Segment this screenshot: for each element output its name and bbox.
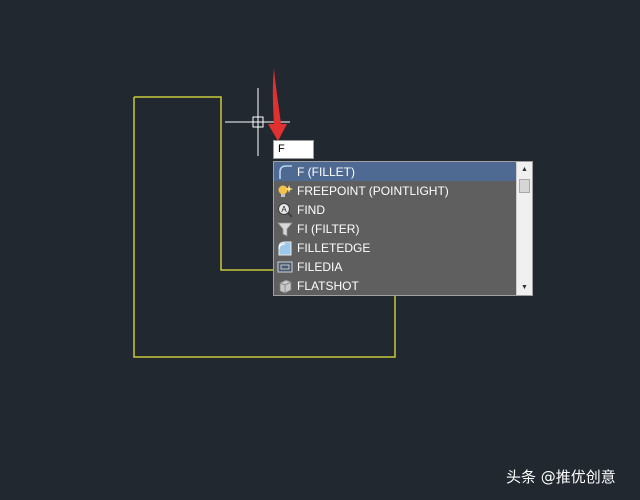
filletedge-icon <box>278 241 292 255</box>
command-input-text: F <box>278 143 285 155</box>
autocomplete-item-freepoint[interactable]: FREEPOINT (POINTLIGHT) <box>274 181 516 200</box>
drawing-canvas[interactable]: F F (FILLET) FREEPOINT (POINTLIGHT) A FI <box>0 0 640 500</box>
autocomplete-item-label: FREEPOINT (POINTLIGHT) <box>297 183 449 198</box>
flatshot-icon <box>279 279 292 293</box>
command-input[interactable]: F <box>273 140 314 159</box>
autocomplete-item-label: FILLETEDGE <box>297 240 371 255</box>
autocomplete-item-label: FI (FILTER) <box>297 221 360 236</box>
autocomplete-item-find[interactable]: A FIND <box>274 200 516 219</box>
autocomplete-item-filletedge[interactable]: FILLETEDGE <box>274 238 516 257</box>
fillet-icon <box>279 164 292 179</box>
autocomplete-list[interactable]: F (FILLET) FREEPOINT (POINTLIGHT) A FIND… <box>273 161 533 296</box>
autocomplete-item-filedia[interactable]: FILEDIA <box>274 257 516 276</box>
find-icon: A <box>278 202 293 218</box>
filedia-icon <box>277 261 293 272</box>
pointlight-icon <box>278 184 293 197</box>
autocomplete-item-flatshot[interactable]: FLATSHOT <box>274 276 516 295</box>
yellow-polyline[interactable] <box>134 96 273 271</box>
autocomplete-item-label: FLATSHOT <box>297 278 359 293</box>
autocomplete-item-filter[interactable]: FI (FILTER) <box>274 219 516 238</box>
scroll-down-icon[interactable]: ▼ <box>517 280 532 295</box>
scroll-thumb[interactable] <box>519 179 530 193</box>
watermark: 头条 @推优创意 <box>506 468 616 486</box>
autocomplete-scrollbar[interactable]: ▲ ▼ <box>516 162 532 295</box>
autocomplete-item-fillet[interactable]: F (FILLET) <box>274 162 516 181</box>
filter-icon <box>277 222 293 237</box>
svg-text:A: A <box>281 205 287 214</box>
autocomplete-item-label: FILEDIA <box>297 259 343 274</box>
autocomplete-item-label: F (FILLET) <box>297 164 356 179</box>
autocomplete-item-label: FIND <box>297 202 325 217</box>
scroll-up-icon[interactable]: ▲ <box>517 162 532 177</box>
pointer-arrow-icon <box>268 68 287 141</box>
